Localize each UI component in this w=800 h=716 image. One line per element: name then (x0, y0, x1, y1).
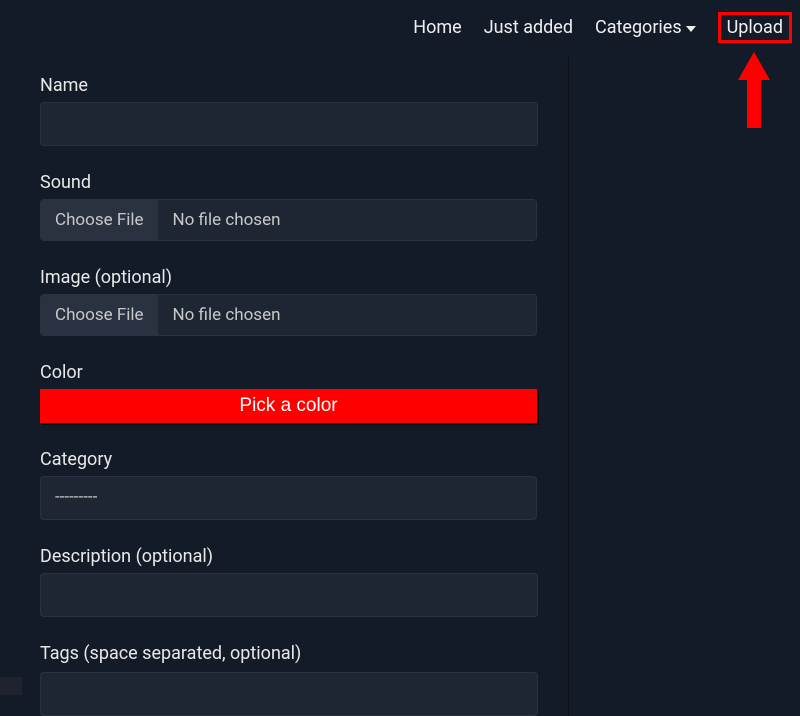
description-label: Description (optional) (40, 546, 568, 567)
field-color: Color Pick a color (40, 362, 568, 423)
image-choose-button[interactable]: Choose File (41, 295, 159, 335)
category-select[interactable]: --------- (40, 476, 537, 520)
field-sound: Sound Choose File No file chosen (40, 172, 568, 241)
nav-home[interactable]: Home (413, 17, 461, 38)
nav-categories[interactable]: Categories (595, 17, 696, 38)
upload-form: Name Sound Choose File No file chosen Im… (0, 55, 568, 716)
top-nav: Home Just added Categories Upload (0, 0, 800, 55)
image-label: Image (optional) (40, 267, 568, 288)
image-file-picker[interactable]: Choose File No file chosen (40, 294, 537, 336)
field-tags: Tags (space separated, optional) (40, 643, 568, 716)
sound-file-picker[interactable]: Choose File No file chosen (40, 199, 537, 241)
main-area: Name Sound Choose File No file chosen Im… (0, 55, 800, 716)
pick-color-button[interactable]: Pick a color (40, 389, 537, 423)
description-input[interactable] (40, 573, 538, 617)
color-label: Color (40, 362, 568, 383)
nav-upload[interactable]: Upload (718, 12, 792, 43)
name-input[interactable] (40, 102, 538, 146)
nav-categories-label: Categories (595, 17, 682, 38)
nav-just-added[interactable]: Just added (484, 17, 573, 38)
field-name: Name (40, 75, 568, 146)
field-description: Description (optional) (40, 546, 568, 617)
name-label: Name (40, 75, 568, 96)
sound-label: Sound (40, 172, 568, 193)
chevron-down-icon (686, 26, 696, 32)
tags-label: Tags (space separated, optional) (40, 643, 568, 664)
annotation-arrow-icon (738, 52, 770, 128)
sound-choose-button[interactable]: Choose File (41, 200, 159, 240)
category-label: Category (40, 449, 568, 470)
tags-input[interactable] (40, 672, 538, 716)
field-image: Image (optional) Choose File No file cho… (40, 267, 568, 336)
sound-file-status: No file chosen (159, 200, 536, 240)
image-file-status: No file chosen (159, 295, 536, 335)
side-panel (568, 55, 800, 716)
bottom-corner-stub (0, 677, 22, 695)
field-category: Category --------- (40, 449, 568, 520)
